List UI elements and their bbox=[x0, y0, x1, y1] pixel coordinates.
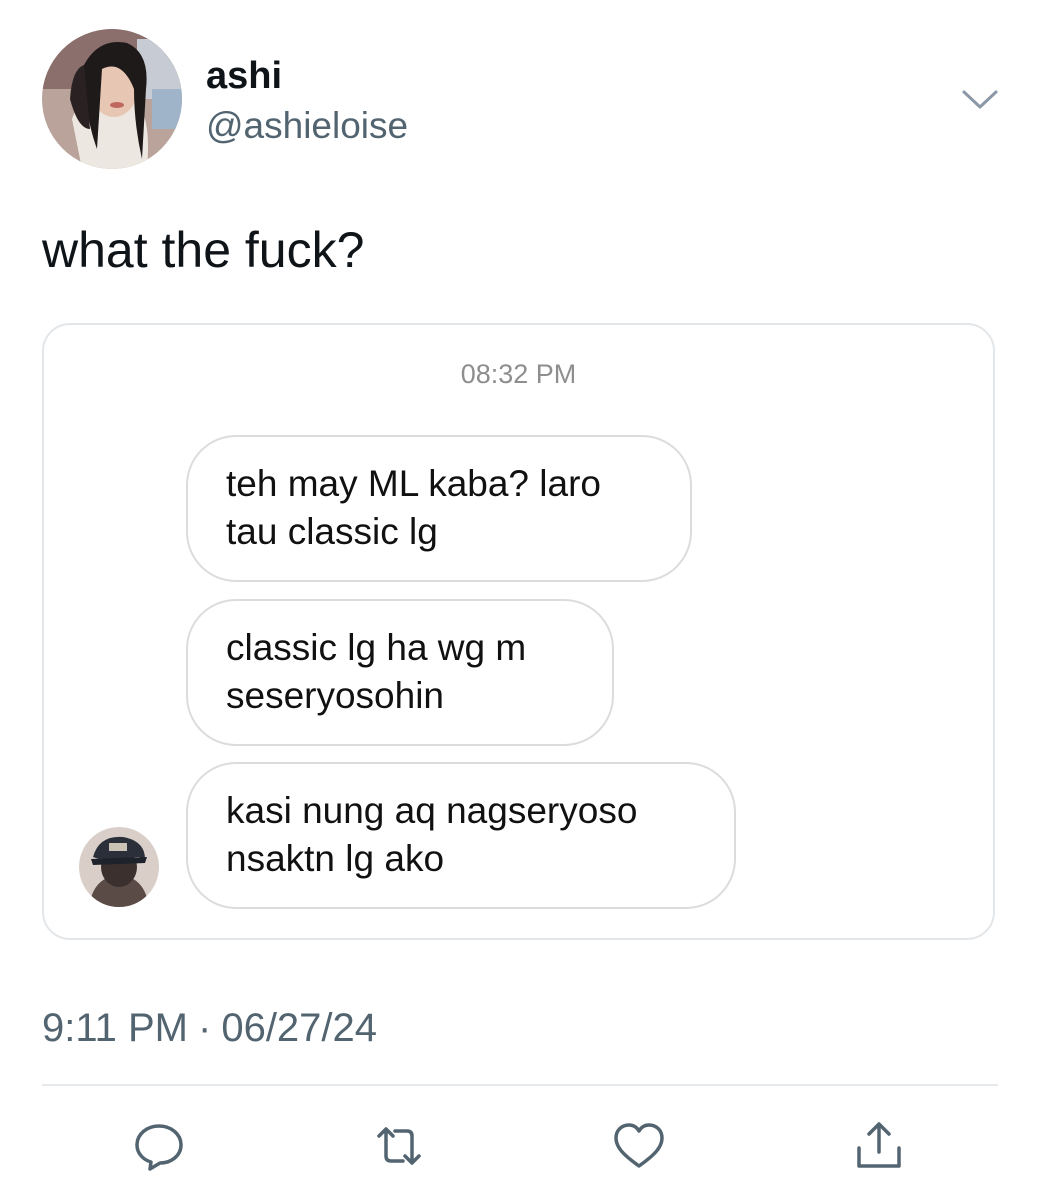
message-bubble: teh may ML kaba? laro tau classic lg bbox=[186, 435, 692, 582]
message-line: seseryosohin bbox=[226, 675, 445, 716]
divider bbox=[42, 1084, 998, 1086]
share-icon bbox=[857, 1122, 901, 1168]
retweet-button[interactable] bbox=[371, 1118, 427, 1174]
reply-button[interactable] bbox=[131, 1118, 187, 1174]
timestamp-separator: · bbox=[198, 1006, 212, 1050]
author-display-name[interactable]: ashi bbox=[206, 54, 282, 98]
share-button[interactable] bbox=[851, 1118, 907, 1174]
message-bubble: classic lg ha wg m seseryosohin bbox=[186, 599, 614, 746]
tweet-timestamp[interactable]: 9:11 PM · 06/27/24 bbox=[42, 1004, 377, 1052]
reply-icon bbox=[135, 1124, 183, 1171]
message-bubble: kasi nung aq nagseryoso nsaktn lg ako bbox=[186, 762, 736, 909]
message-line: classic lg ha wg m bbox=[226, 627, 527, 668]
tweet-time: 9:11 PM bbox=[42, 1006, 188, 1050]
like-button[interactable] bbox=[611, 1118, 667, 1174]
author-handle[interactable]: @ashieloise bbox=[206, 104, 408, 148]
author-avatar[interactable] bbox=[42, 29, 182, 169]
message-line: kasi nung aq nagseryoso bbox=[226, 790, 638, 831]
media-card[interactable]: 08:32 PM teh may ML kaba? laro tau class… bbox=[42, 323, 995, 940]
chat-timestamp: 08:32 PM bbox=[460, 359, 577, 389]
heart-icon bbox=[614, 1123, 664, 1168]
chevron-down-icon[interactable] bbox=[956, 80, 1004, 120]
message-line: tau classic lg bbox=[226, 511, 438, 552]
tweet-date: 06/27/24 bbox=[221, 1006, 378, 1050]
message-line: nsaktn lg ako bbox=[226, 838, 445, 879]
message-line: teh may ML kaba? laro bbox=[226, 463, 601, 504]
tweet-text: what the fuck? bbox=[42, 222, 365, 278]
sender-avatar bbox=[79, 827, 159, 907]
retweet-icon bbox=[377, 1127, 421, 1165]
